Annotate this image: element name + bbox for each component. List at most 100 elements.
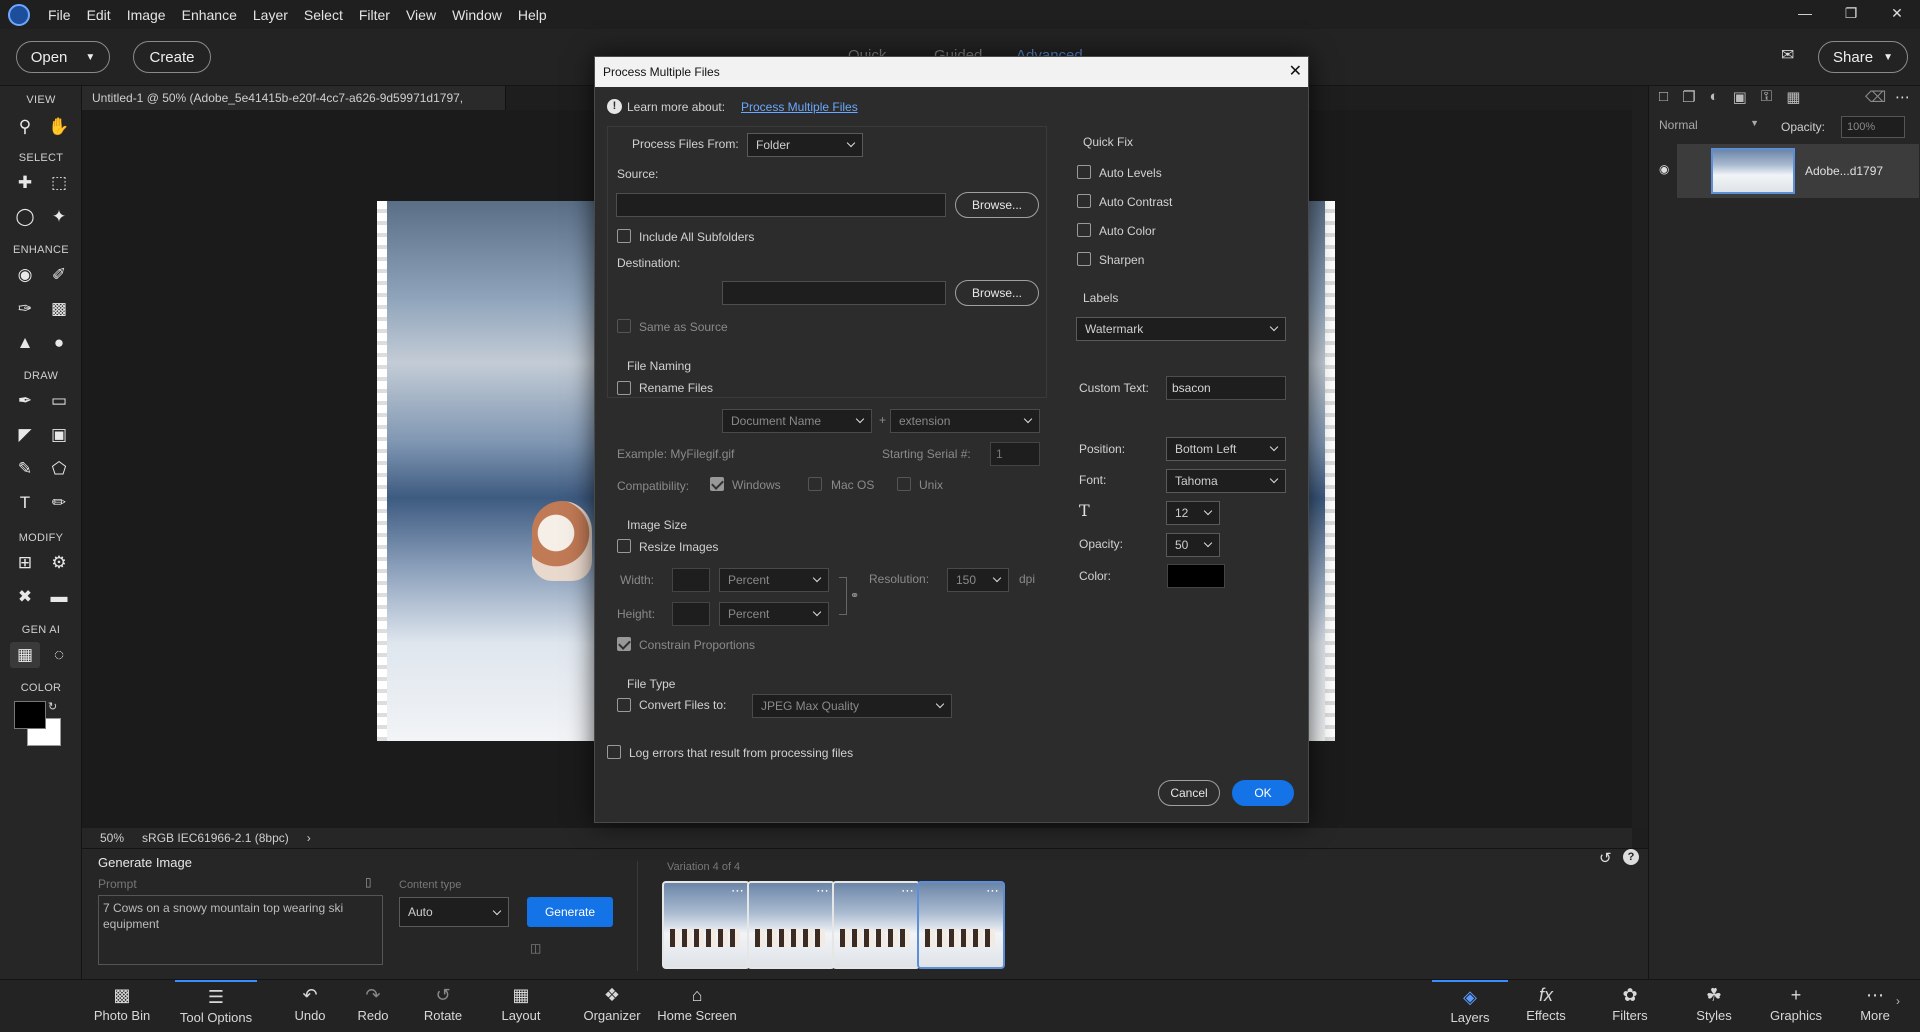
content-move-icon[interactable]: ✖ (10, 584, 40, 610)
generative-fill-icon[interactable]: ◌ (44, 642, 74, 668)
watermark-opacity-select[interactable]: 50 (1166, 533, 1220, 557)
effects-button[interactable]: fx Effects (1520, 980, 1572, 1032)
more-icon[interactable]: ⋯ (731, 883, 744, 899)
brush-icon[interactable]: ✒ (10, 388, 40, 414)
mail-icon[interactable]: ✉ (1781, 45, 1794, 65)
smart-brush-icon[interactable]: ✑ (10, 296, 40, 322)
crop-icon[interactable]: ⊞ (10, 550, 40, 576)
menu-help[interactable]: Help (510, 7, 555, 23)
watermark-color-swatch[interactable] (1167, 564, 1225, 588)
rotate-button[interactable]: ↺ Rotate (415, 980, 471, 1032)
minimize-icon[interactable]: — (1782, 0, 1828, 29)
font-size-select[interactable]: 12 (1166, 501, 1220, 525)
document-name-select[interactable]: Document Name (722, 409, 872, 433)
auto-contrast-checkbox[interactable] (1077, 194, 1091, 208)
trash-icon[interactable]: ⌫ (1865, 88, 1886, 106)
menu-window[interactable]: Window (444, 7, 510, 23)
font-select[interactable]: Tahoma (1166, 469, 1286, 493)
custom-text-input[interactable]: bsacon (1166, 376, 1286, 400)
lock-transparency-icon[interactable]: ▦ (1786, 88, 1800, 106)
hand-icon[interactable]: ✋ (44, 114, 74, 140)
labels-select[interactable]: Watermark (1076, 317, 1286, 341)
resolution-select[interactable]: 150 (947, 568, 1009, 592)
lasso-icon[interactable]: ◯ (10, 204, 40, 230)
organizer-button[interactable]: ❖ Organizer (580, 980, 644, 1032)
redo-button[interactable]: ↷ Redo (348, 980, 398, 1032)
more-icon[interactable]: ⋯ (816, 883, 829, 899)
photo-bin-button[interactable]: ▩ Photo Bin (88, 980, 156, 1032)
adjustment-layer-icon[interactable]: ◐ (1710, 88, 1719, 106)
layer-opacity-field[interactable]: 100% (1841, 116, 1905, 138)
width-unit-select[interactable]: Percent (719, 568, 829, 592)
type-icon[interactable]: T (10, 490, 40, 516)
sponge-icon[interactable]: ● (44, 330, 74, 356)
swap-colors-icon[interactable]: ↻ (48, 700, 57, 713)
eye-visibility-icon[interactable]: ◉ (1659, 162, 1669, 176)
learn-more-link[interactable]: Process Multiple Files (741, 100, 858, 114)
restore-icon[interactable]: ❐ (1828, 0, 1874, 29)
destination-input[interactable] (722, 281, 946, 305)
generate-button[interactable]: Generate (527, 897, 613, 927)
generate-image-icon[interactable]: ▦ (10, 642, 40, 668)
same-as-source-checkbox[interactable] (617, 319, 631, 333)
prompt-textarea[interactable]: 7 Cows on a snowy mountain top wearing s… (98, 895, 383, 965)
filters-button[interactable]: ✿ Filters (1604, 980, 1656, 1032)
layer-mask-icon[interactable]: ▣ (1733, 88, 1747, 106)
destination-browse-button[interactable]: Browse... (955, 280, 1039, 306)
zoom-icon[interactable]: ⚲ (10, 114, 40, 140)
convert-format-select[interactable]: JPEG Max Quality (752, 694, 952, 718)
eraser-icon[interactable]: ▭ (44, 388, 74, 414)
log-errors-checkbox[interactable] (607, 745, 621, 759)
red-eye-icon[interactable]: ◉ (10, 262, 40, 288)
paint-bucket-icon[interactable]: ◤ (10, 422, 40, 448)
marquee-icon[interactable]: ⬚ (44, 170, 74, 196)
reset-icon[interactable]: ↺ (1599, 849, 1612, 867)
sharpen-tool-icon[interactable]: ▲ (10, 330, 40, 356)
menu-view[interactable]: View (398, 7, 444, 23)
chevron-down-icon[interactable]: ▼ (85, 52, 95, 63)
magic-wand-icon[interactable]: ✦ (44, 204, 74, 230)
tool-options-button[interactable]: ☰ Tool Options (175, 980, 257, 1032)
source-browse-button[interactable]: Browse... (955, 192, 1039, 218)
share-button[interactable]: Share ▼ (1818, 41, 1908, 73)
windows-checkbox[interactable] (710, 477, 724, 491)
more-options-icon[interactable]: ⋯ (1895, 88, 1910, 106)
close-window-icon[interactable]: ✕ (1874, 0, 1920, 29)
group-layer-icon[interactable]: ❐ (1682, 88, 1695, 106)
straighten-icon[interactable]: ▬ (44, 584, 74, 610)
content-type-select[interactable]: Auto (399, 897, 509, 927)
blend-mode-select[interactable]: Normal ▼ (1659, 118, 1763, 138)
width-input[interactable] (672, 568, 710, 592)
height-input[interactable] (672, 602, 710, 626)
menu-select[interactable]: Select (296, 7, 351, 23)
constrain-proportions-checkbox[interactable] (617, 637, 631, 651)
home-screen-button[interactable]: ⌂ Home Screen (655, 980, 739, 1032)
more-icon[interactable]: ⋯ (901, 883, 914, 899)
layers-button[interactable]: ◈ Layers (1432, 980, 1508, 1032)
help-icon[interactable]: ? (1623, 849, 1639, 865)
starting-serial-input[interactable]: 1 (990, 442, 1040, 466)
new-layer-icon[interactable]: □ (1659, 88, 1668, 106)
menu-image[interactable]: Image (119, 7, 174, 23)
clone-stamp-icon[interactable]: ▩ (44, 296, 74, 322)
include-subfolders-checkbox[interactable] (617, 229, 631, 243)
convert-files-checkbox[interactable] (617, 698, 631, 712)
pencil-icon[interactable]: ✏ (44, 490, 74, 516)
scrollbar-area[interactable] (1632, 86, 1648, 828)
variation-thumb-1[interactable]: ⋯ (662, 881, 750, 969)
sharpen-checkbox[interactable] (1077, 252, 1091, 266)
layout-button[interactable]: ▦ Layout (496, 980, 546, 1032)
variation-thumb-3[interactable]: ⋯ (832, 881, 920, 969)
recompose-icon[interactable]: ⚙ (44, 550, 74, 576)
height-unit-select[interactable]: Percent (719, 602, 829, 626)
lock-icon[interactable]: ⚿ (1761, 88, 1772, 106)
layer-row[interactable]: ◉ ⚭ Adobe...d1797 (1649, 144, 1920, 198)
document-tab[interactable]: Untitled-1 @ 50% (Adobe_5e41415b-e20f-4c… (82, 86, 506, 129)
source-input[interactable] (616, 193, 946, 217)
extension-select[interactable]: extension (890, 409, 1040, 433)
graphics-button[interactable]: + Graphics (1766, 980, 1826, 1032)
prompt-suggest-icon[interactable]: ▯ (365, 875, 372, 889)
menu-filter[interactable]: Filter (351, 7, 398, 23)
create-button[interactable]: Create (133, 41, 211, 73)
menu-layer[interactable]: Layer (245, 7, 296, 23)
